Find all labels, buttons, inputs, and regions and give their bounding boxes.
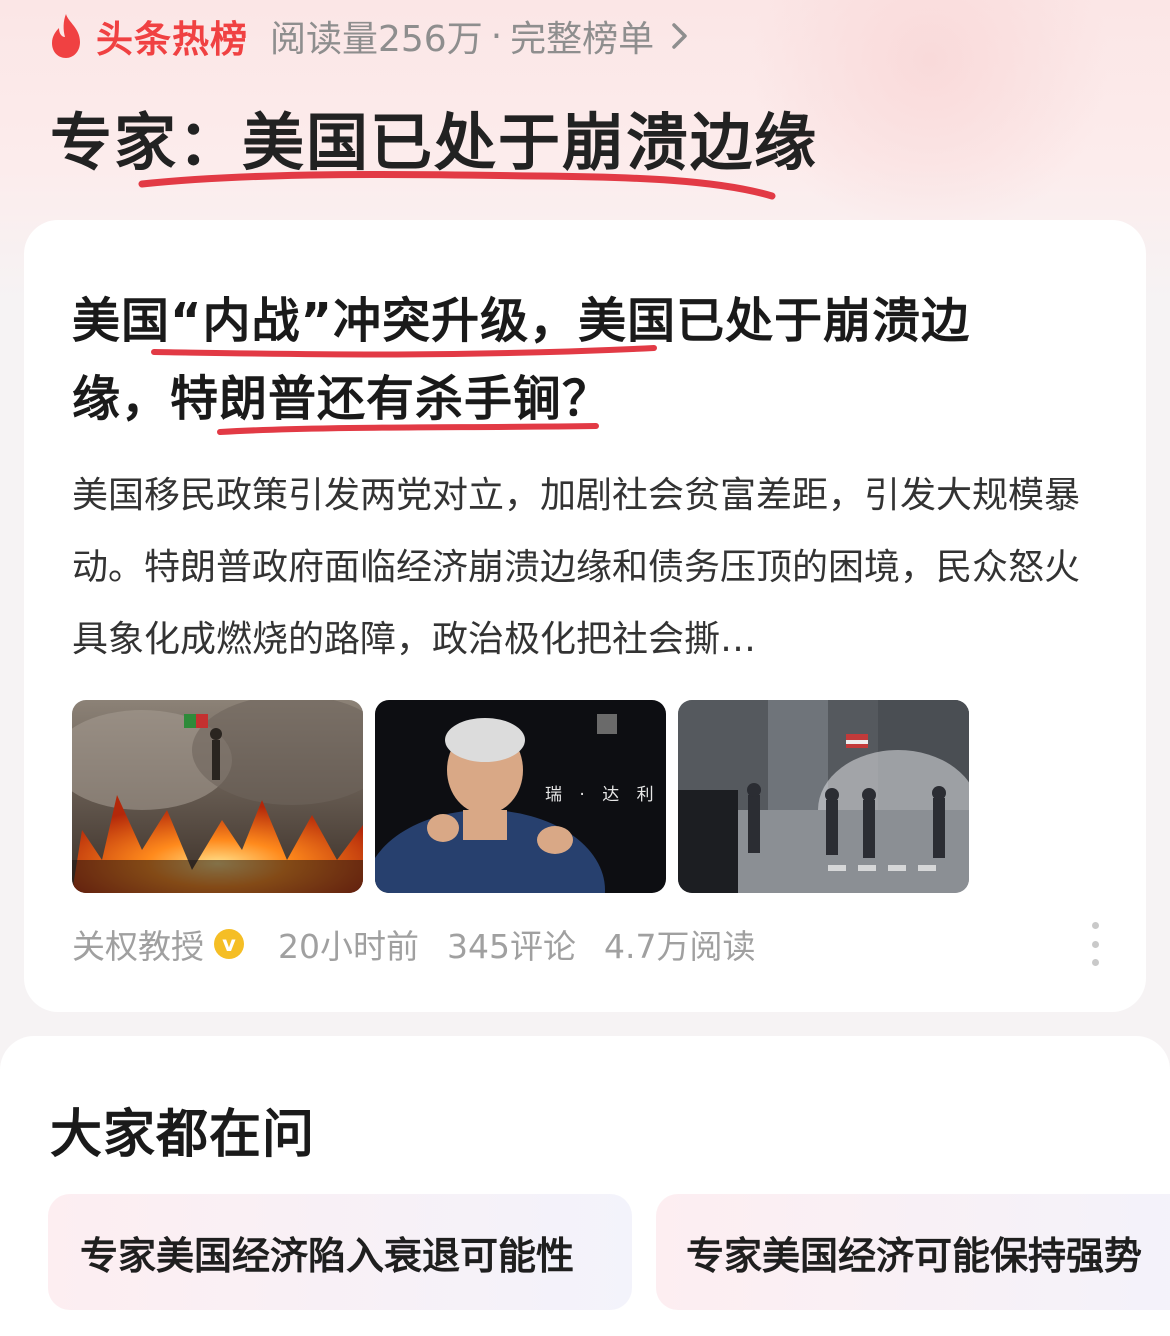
separator-dot: · — [490, 15, 503, 57]
comment-count: 345评论 — [447, 927, 576, 966]
flame-icon — [52, 14, 80, 58]
article-title-line1: 美国“内战”冲突升级，美国已处于崩溃边 — [72, 293, 971, 349]
ask-chip[interactable]: 专家美国经济陷入衰退可能性 — [48, 1194, 632, 1310]
speaker-caption: 瑞 · 达 利 — [545, 785, 660, 805]
hotlist-brand: 头条热榜 — [96, 18, 248, 61]
article-title-line2: 缘，特朗普还有杀手锏？ — [72, 371, 612, 427]
thumb-street-crosswalk[interactable] — [678, 700, 969, 893]
topic-handwritten-underline — [138, 170, 776, 200]
ask-title: 大家都在问 — [50, 1105, 316, 1165]
read-count: 4.7万阅读 — [604, 927, 756, 966]
article-card[interactable]: 美国“内战”冲突升级，美国已处于崩溃边 缘，特朗普还有杀手锏？ 美国移民政策引发… — [24, 220, 1146, 1012]
people-also-ask: 大家都在问 专家美国经济陷入衰退可能性 专家美国经济可能保持强势 — [0, 1036, 1170, 1336]
article-summary: 美国移民政策引发两党对立，加剧社会贫富差距，引发大规模暴动。特朗普政府面临经济崩… — [72, 475, 1081, 660]
thumb-fire-protest[interactable] — [72, 700, 363, 893]
publish-time: 20小时前 — [278, 927, 419, 966]
ask-chip[interactable]: 专家美国经济可能保持强势 — [656, 1194, 1170, 1310]
author-name[interactable]: 关权教授 — [72, 920, 204, 968]
more-vertical-icon[interactable] — [1090, 922, 1100, 966]
article-meta: 关权教授 v 20小时前 345评论 4.7万阅读 — [72, 920, 783, 968]
article-title[interactable]: 美国“内战”冲突升级，美国已处于崩溃边 缘，特朗普还有杀手锏？ — [72, 282, 1082, 438]
verified-badge-icon: v — [214, 929, 244, 959]
chevron-right-icon[interactable] — [668, 21, 692, 51]
hotlist-reads: 阅读量256万 — [270, 19, 483, 60]
thumbnail-row: 瑞 · 达 利 — [72, 700, 969, 893]
thumb-speaker[interactable]: 瑞 · 达 利 — [375, 700, 666, 893]
full-list-link[interactable]: 完整榜单 — [510, 10, 654, 62]
hotlist-bar[interactable]: 头条热榜 阅读量256万 · 完整榜单 — [46, 10, 692, 62]
